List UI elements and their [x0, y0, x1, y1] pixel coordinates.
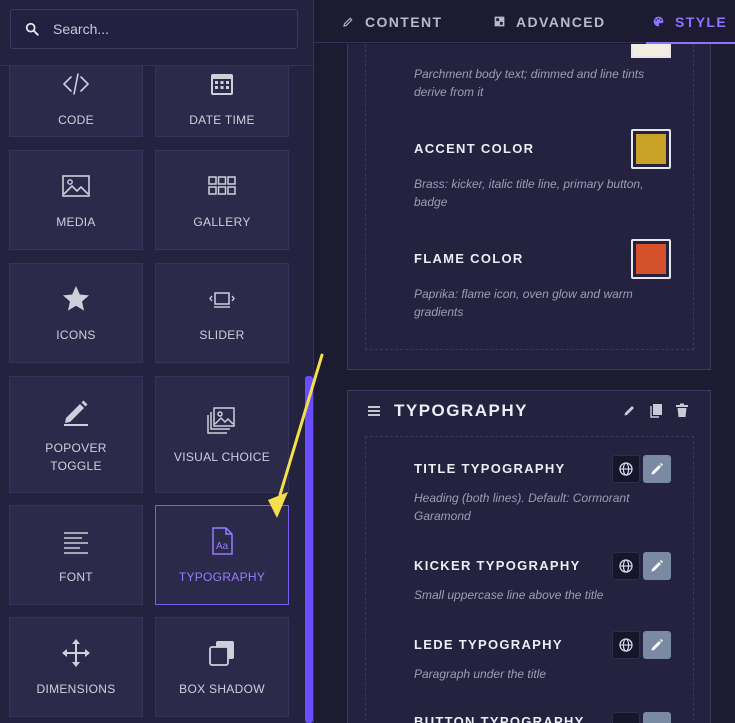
pencil-icon	[343, 17, 353, 27]
widget-label: DATE TIME	[189, 112, 255, 127]
typography-header: TYPOGRAPHY	[366, 400, 696, 422]
widget-visual-choice[interactable]: VISUAL CHOICE	[155, 376, 289, 493]
widget-label: SLIDER	[199, 328, 245, 342]
tab-content[interactable]: CONTENT	[342, 0, 442, 43]
widget-label: ICONS	[56, 328, 96, 342]
pencil-icon	[651, 560, 663, 572]
search-icon	[25, 22, 39, 36]
widget-label: FONT	[59, 570, 93, 584]
search-bar-container: Search...	[0, 0, 313, 66]
edit-icon[interactable]	[622, 402, 638, 418]
widget-popover-toggle[interactable]: POPOVER TOGGLE	[9, 376, 143, 493]
widget-panel: CODE DATE TIME MEDIA GALLERY ICONS SLIDE…	[0, 0, 313, 723]
section-title: TYPOGRAPHY	[394, 401, 529, 420]
widget-gallery[interactable]: GALLERY	[155, 150, 289, 250]
edit-typography-button[interactable]	[643, 712, 671, 723]
widget-label: VISUAL CHOICE	[173, 449, 271, 464]
palette-icon	[653, 16, 664, 27]
tab-bar: CONTENT ADVANCED STYLE	[314, 0, 735, 44]
edit-typography-button[interactable]	[643, 552, 671, 580]
pencil-icon	[59, 395, 93, 429]
pencil-icon	[651, 463, 663, 475]
box-shadow-icon	[205, 636, 239, 670]
widget-label: POPOVER TOGGLE	[45, 439, 106, 475]
widget-typography[interactable]: Aa TYPOGRAPHY	[155, 505, 289, 605]
tab-label: STYLE	[675, 13, 728, 30]
widget-media[interactable]: MEDIA	[9, 150, 143, 250]
duplicate-icon[interactable]	[648, 402, 664, 418]
pencil-icon	[651, 639, 663, 651]
slider-icon	[205, 282, 239, 316]
text-lines-icon	[59, 524, 93, 558]
field-description: Paprika: flame icon, oven glow and warm …	[414, 287, 633, 319]
move-arrows-icon	[59, 636, 93, 670]
responsive-toggle-button[interactable]	[612, 455, 640, 483]
code-icon	[59, 67, 93, 101]
button-typography-field-clip: BUTTON TYPOGRAPHY	[365, 712, 695, 723]
tab-label: ADVANCED	[516, 13, 606, 30]
field-description: Heading (both lines). Default: Cormorant…	[414, 491, 630, 523]
swatch-fill	[636, 244, 666, 274]
tab-label: CONTENT	[365, 13, 443, 30]
gallery-icon	[205, 169, 239, 203]
swatch-partial[interactable]	[631, 44, 671, 58]
tab-style[interactable]: STYLE	[645, 0, 735, 44]
image-icon	[59, 169, 93, 203]
search-placeholder: Search...	[53, 21, 110, 37]
trash-icon[interactable]	[674, 402, 690, 418]
widget-font[interactable]: FONT	[9, 505, 143, 605]
widget-slider[interactable]: SLIDER	[155, 263, 289, 363]
star-icon	[59, 282, 93, 316]
responsive-toggle-button[interactable]	[612, 631, 640, 659]
field-description: Brass: kicker, italic title line, primar…	[414, 177, 644, 209]
globe-icon	[619, 638, 633, 652]
edit-typography-button[interactable]	[643, 631, 671, 659]
calendar-icon	[205, 67, 239, 101]
swatch-fill	[636, 134, 666, 164]
section-actions	[622, 402, 690, 418]
widget-label: GALLERY	[193, 215, 251, 229]
edit-typography-button[interactable]	[643, 455, 671, 483]
drag-handle-icon[interactable]	[366, 403, 382, 419]
field-description: Parchment body text; dimmed and line tin…	[414, 67, 645, 99]
svg-text:Aa: Aa	[216, 541, 229, 552]
field-description: Small uppercase line above the title	[414, 588, 604, 602]
widget-label: DIMENSIONS	[36, 682, 116, 696]
widget-label-line2: TOGGLE	[50, 458, 102, 473]
panel-scrollbar[interactable]	[305, 376, 313, 723]
widget-label-line1: POPOVER	[45, 440, 107, 455]
globe-icon	[619, 462, 633, 476]
globe-icon	[619, 559, 633, 573]
responsive-toggle-button[interactable]	[612, 712, 640, 723]
widget-label: MEDIA	[56, 215, 96, 229]
typography-icon: Aa	[205, 524, 239, 558]
widget-label: CODE	[58, 112, 94, 127]
field-description: Paragraph under the title	[414, 667, 547, 681]
responsive-toggle-button[interactable]	[612, 552, 640, 580]
search-input[interactable]: Search...	[10, 9, 298, 49]
text-color-desc-field: Parchment body text; dimmed and line tin…	[414, 65, 674, 101]
accent-color-swatch[interactable]	[631, 129, 671, 169]
widget-dimensions[interactable]: DIMENSIONS	[9, 617, 143, 717]
tab-advanced[interactable]: ADVANCED	[493, 0, 606, 43]
widget-icons[interactable]: ICONS	[9, 263, 143, 363]
widget-label: TYPOGRAPHY	[178, 570, 266, 584]
field-label: BUTTON TYPOGRAPHY	[414, 714, 585, 723]
images-stack-icon	[205, 404, 239, 438]
grid-icon	[494, 16, 505, 27]
widget-label: BOX SHADOW	[179, 682, 265, 696]
flame-color-swatch[interactable]	[631, 239, 671, 279]
widget-box-shadow[interactable]: BOX SHADOW	[155, 617, 289, 717]
